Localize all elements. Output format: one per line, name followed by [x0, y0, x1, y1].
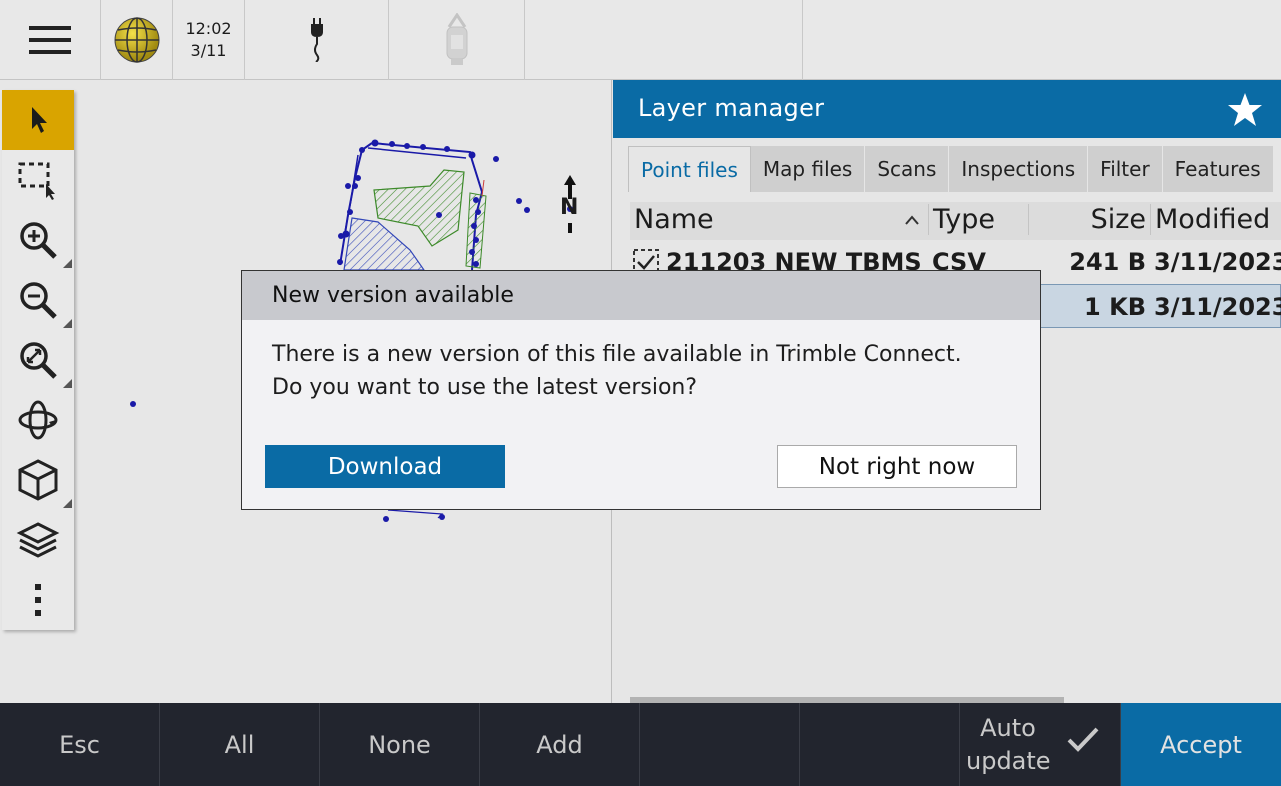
dialog-message-line1: There is a new version of this file avai…: [272, 342, 962, 367]
new-version-dialog: New version available There is a new ver…: [241, 270, 1041, 510]
not-right-now-button[interactable]: Not right now: [777, 445, 1017, 488]
dialog-title: New version available: [242, 271, 1040, 320]
dialog-message: There is a new version of this file avai…: [272, 338, 962, 404]
download-button[interactable]: Download: [265, 445, 505, 488]
modal-overlay: New version available There is a new ver…: [0, 0, 1281, 786]
dialog-message-line2: Do you want to use the latest version?: [272, 375, 698, 400]
